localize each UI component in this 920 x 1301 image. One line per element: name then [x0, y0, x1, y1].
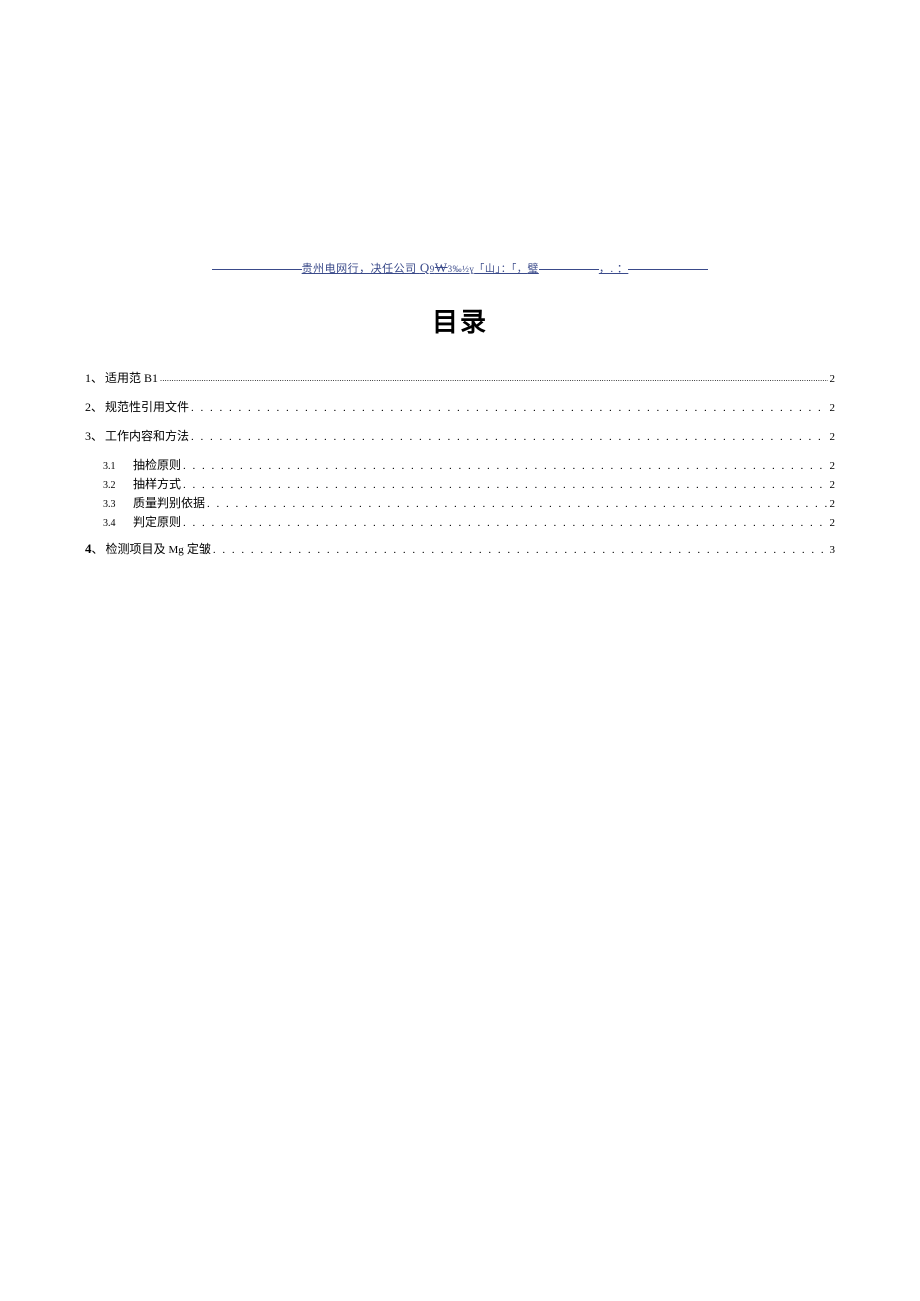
header-bi: 璧 — [527, 263, 539, 275]
toc-num: 4、 — [85, 540, 104, 557]
toc-sub-label: 抽样方式 — [133, 475, 181, 492]
toc-label: 检测项目及 Mg 定皱 — [106, 540, 211, 557]
toc-label-a: 检测项目及 — [106, 542, 169, 556]
header-tail: ，. ： — [599, 263, 629, 275]
toc-page: 2 — [830, 373, 836, 385]
toc-sub-entry: 3.3 质量判别依据 . . . . . . . . . . . . . . .… — [85, 494, 835, 511]
toc-sub-num: 3.2 — [103, 480, 133, 491]
toc-leader: . . . . . . . . . . . . . . . . . . . . … — [207, 498, 827, 510]
header-line: 贵州电网行，决任公司 Q9W3‰½ɣ「山」：「，璧，. ： — [85, 260, 835, 277]
toc-page: 3 — [830, 544, 836, 556]
toc-sub-label: 判定原则 — [133, 513, 181, 530]
toc-sub-entry: 3.4 判定原则 . . . . . . . . . . . . . . . .… — [85, 513, 835, 530]
toc-num-sep: 、 — [92, 542, 104, 556]
toc-sub-num: 3.4 — [103, 518, 133, 529]
header-w: W — [435, 260, 448, 275]
toc-sub-entry: 3.2 抽样方式 . . . . . . . . . . . . . . . .… — [85, 475, 835, 492]
toc-label: 工作内容和方法 — [105, 427, 189, 444]
header-bracket: 「山」：「， — [474, 264, 527, 275]
toc-entry-3: 3、 工作内容和方法 . . . . . . . . . . . . . . .… — [85, 427, 835, 444]
header-text-a: 贵州电网行，决任公司 — [302, 263, 420, 275]
toc-num: 1、 — [85, 369, 103, 386]
toc-entry-1: 1、 适用范 B1 ..............................… — [85, 369, 835, 386]
toc-leader: . . . . . . . . . . . . . . . . . . . . … — [191, 431, 827, 443]
toc-sub-label: 质量判别依据 — [133, 494, 205, 511]
toc-label-mg: Mg — [169, 544, 184, 556]
toc-leader: . . . . . . . . . . . . . . . . . . . . … — [183, 460, 827, 472]
toc-leader: . . . . . . . . . . . . . . . . . . . . … — [183, 517, 827, 529]
toc-label: 适用范 B1 — [105, 369, 158, 386]
rule-right — [628, 269, 708, 270]
toc-page: 2 — [830, 431, 836, 443]
toc-entry-4: 4、 检测项目及 Mg 定皱 . . . . . . . . . . . . .… — [85, 540, 835, 557]
toc-sub-num: 3.3 — [103, 499, 133, 510]
toc-leader: ........................................… — [160, 374, 827, 383]
toc-num: 3、 — [85, 427, 103, 444]
rule-mid — [539, 269, 599, 270]
toc-page: 2 — [830, 402, 836, 414]
toc-sub-entry: 3.1 抽检原则 . . . . . . . . . . . . . . . .… — [85, 456, 835, 473]
rule-left — [212, 269, 302, 270]
page-title: 目录 — [85, 302, 835, 339]
header-q: Q — [420, 260, 430, 275]
toc-num: 2、 — [85, 398, 103, 415]
toc-page: 2 — [830, 498, 836, 510]
toc-sub-group: 3.1 抽检原则 . . . . . . . . . . . . . . . .… — [85, 456, 835, 530]
toc-page: 2 — [830, 517, 836, 529]
toc-page: 2 — [830, 460, 836, 472]
toc-entry-2: 2、 规范性引用文件 . . . . . . . . . . . . . . .… — [85, 398, 835, 415]
toc-leader: . . . . . . . . . . . . . . . . . . . . … — [191, 402, 827, 414]
toc-label: 规范性引用文件 — [105, 398, 189, 415]
toc-sub-label: 抽检原则 — [133, 456, 181, 473]
toc-sub-num: 3.1 — [103, 461, 133, 472]
header-sub: 3‰½ɣ — [448, 264, 475, 274]
toc-label-b: 定皱 — [184, 542, 211, 556]
document-page: 贵州电网行，决任公司 Q9W3‰½ɣ「山」：「，璧，. ： 目录 1、 适用范 … — [85, 260, 835, 569]
toc-page: 2 — [830, 479, 836, 491]
toc-leader: . . . . . . . . . . . . . . . . . . . . … — [183, 479, 827, 491]
toc-leader: . . . . . . . . . . . . . . . . . . . . … — [213, 544, 828, 556]
